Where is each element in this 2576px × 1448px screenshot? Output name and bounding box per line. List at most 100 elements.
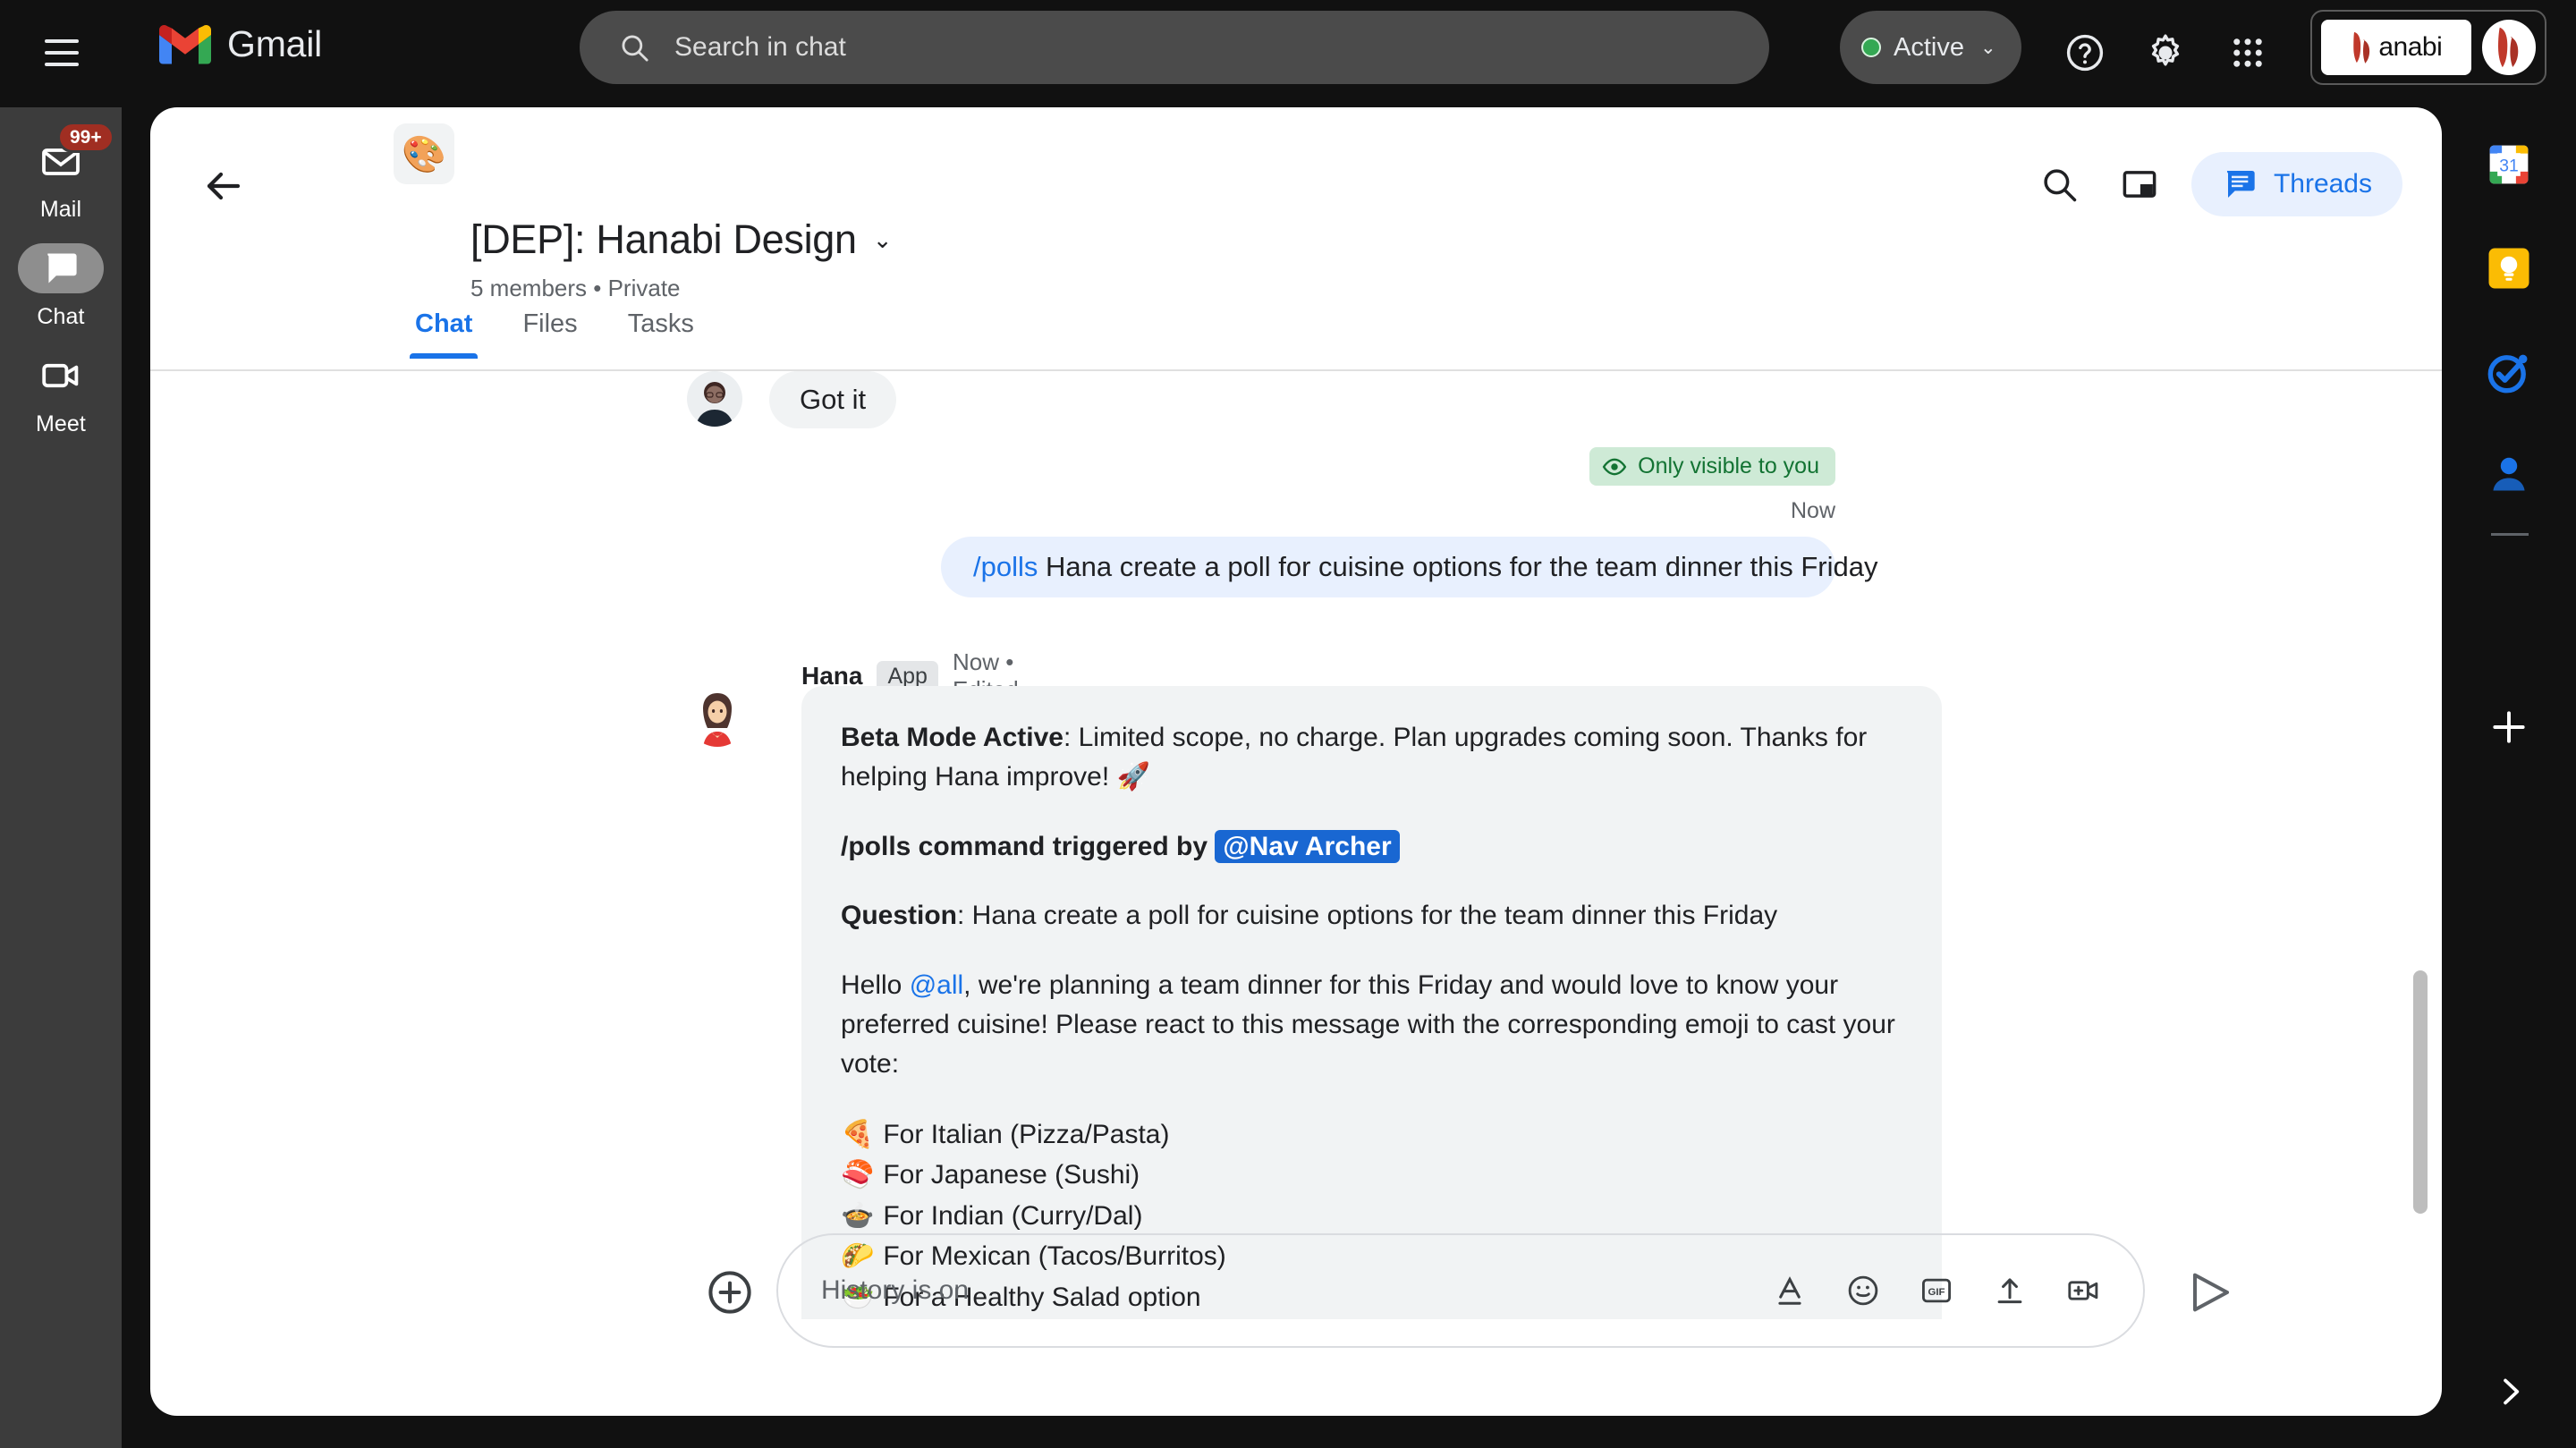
chevron-down-icon: ⌄ [872,225,893,253]
svg-text:GIF: GIF [1928,1287,1945,1298]
google-apps-icon[interactable] [2222,27,2274,79]
chevron-down-icon: ⌄ [1979,37,1996,58]
pizza-icon: 🍕 [841,1119,875,1149]
keep-icon[interactable] [2484,243,2534,293]
avatar[interactable] [2481,20,2536,75]
hanabi-mark-icon [2353,31,2370,64]
room-tabs: Chat Files Tasks [390,309,719,359]
poll-option-label: For Japanese (Sushi) [883,1160,1140,1190]
gmail-brand[interactable]: Gmail [159,23,322,65]
message-timestamp: Now [1790,498,1835,523]
message-bubble-outgoing: /polls Hana create a poll for cuisine op… [941,537,1877,597]
tab-chat[interactable]: Chat [390,309,497,359]
picture-in-picture-icon[interactable] [2111,156,2168,213]
sidebar-item-label: Chat [37,304,85,329]
mention-all[interactable]: @all [910,970,963,1000]
presence-status-button[interactable]: Active ⌄ [1840,11,2021,84]
question-label: Question [841,901,958,931]
sidebar-item-label: Meet [36,411,86,436]
back-button[interactable] [197,159,250,213]
video-icon[interactable] [2063,1270,2104,1311]
room-header-actions: Threads [2030,152,2402,216]
avatar[interactable] [687,686,748,747]
beta-label: Beta Mode Active [841,723,1063,752]
contacts-icon[interactable] [2484,449,2534,499]
search-in-conversation-icon[interactable] [2030,156,2088,213]
presence-label: Active [1894,32,1964,62]
poll-option: 🍕 For Italian (Pizza/Pasta) [841,1114,1902,1156]
status-badge: Only visible to you [1589,447,1835,486]
sushi-icon: 🍣 [841,1160,875,1190]
message-input[interactable]: History is on GIF [776,1233,2145,1348]
room-subtitle: 5 members • Private [470,275,681,301]
hamburger-line [45,63,79,66]
question-text: : Hana create a poll for cuisine options… [957,901,1778,931]
room-header: 🎨 [DEP]: Hanabi Design ⌄ 5 members • Pri… [150,107,2442,301]
mention-nav-archer[interactable]: @Nav Archer [1215,829,1400,863]
search-placeholder: Search in chat [674,32,846,62]
message-list-scrollbar[interactable] [2413,970,2428,1214]
sidebar-item-meet[interactable]: Meet [0,351,122,437]
add-attachment-button[interactable] [705,1267,755,1317]
meet-pill [18,351,104,401]
top-app-bar: Gmail Search in chat Active ⌄ anabi [0,0,2576,107]
tab-files[interactable]: Files [497,309,602,359]
hamburger-line [45,39,79,43]
message-list: Got it Only visible to you Now /polls Ha… [150,371,2442,1319]
question-line: Question: Hana create a poll for cuisine… [841,896,1902,936]
main-menu-icon[interactable] [34,25,89,80]
slash-command-token: /polls [973,551,1038,582]
tab-tasks[interactable]: Tasks [603,309,719,359]
chat-icon [47,253,77,284]
message-item-previous: Got it [687,371,897,428]
add-addon-button[interactable] [2484,702,2534,752]
help-icon[interactable] [2059,27,2111,79]
avatar[interactable] [687,371,742,427]
greeting-text: , we're planning a team dinner for this … [841,970,1895,1079]
calendar-day-number: 31 [2499,157,2519,176]
sidebar-item-chat[interactable]: Chat [0,243,122,330]
message-composer: History is on GIF [150,1219,2442,1362]
hanabi-wordmark: anabi [2378,32,2443,62]
beta-notice: Beta Mode Active: Limited scope, no char… [841,718,1902,797]
threads-label: Threads [2273,169,2372,199]
trigger-prefix: /polls command triggered by [841,831,1208,861]
chat-room-panel: 🎨 [DEP]: Hanabi Design ⌄ 5 members • Pri… [150,107,2442,1416]
sidebar-item-mail[interactable]: 99+ Mail [0,122,122,223]
emoji-icon[interactable] [1843,1270,1884,1311]
mail-pill: 99+ [18,122,114,186]
left-navigation-rail: 99+ Mail Chat Meet [0,107,122,1448]
gear-icon[interactable] [2140,27,2191,79]
chevron-right-icon[interactable] [2489,1371,2530,1412]
composer-actions: GIF [1769,1270,2104,1311]
message-text: Hana create a poll for cuisine options f… [1046,551,1878,582]
calendar-icon[interactable]: 31 [2484,140,2534,190]
active-status-dot [1861,38,1881,57]
gif-icon[interactable]: GIF [1916,1270,1957,1311]
greeting-paragraph: Hello @all, we're planning a team dinner… [841,966,1902,1083]
trigger-line: /polls command triggered by @Nav Archer [841,827,1902,867]
mail-unread-badge: 99+ [57,122,114,154]
threads-button[interactable]: Threads [2190,152,2402,216]
send-button[interactable] [2182,1264,2240,1321]
search-icon [622,35,648,62]
poll-option-label: For Italian (Pizza/Pasta) [883,1119,1170,1149]
gmail-logo-icon [159,25,211,64]
threads-icon [2226,171,2255,198]
gmail-wordmark: Gmail [227,23,323,64]
search-input[interactable]: Search in chat [580,11,1769,84]
chat-pill [18,243,104,293]
account-switcher[interactable]: anabi [2310,10,2546,85]
format-text-icon[interactable] [1769,1270,1810,1311]
status-badge-label: Only visible to you [1638,453,1819,478]
room-title-button[interactable]: [DEP]: Hanabi Design ⌄ [470,216,893,263]
hanabi-logo: anabi [2321,20,2471,75]
greeting-prefix: Hello [841,970,910,1001]
tasks-icon[interactable] [2484,347,2534,397]
side-panel-rail: 31 [2442,107,2576,1448]
upload-icon[interactable] [1989,1270,2030,1311]
